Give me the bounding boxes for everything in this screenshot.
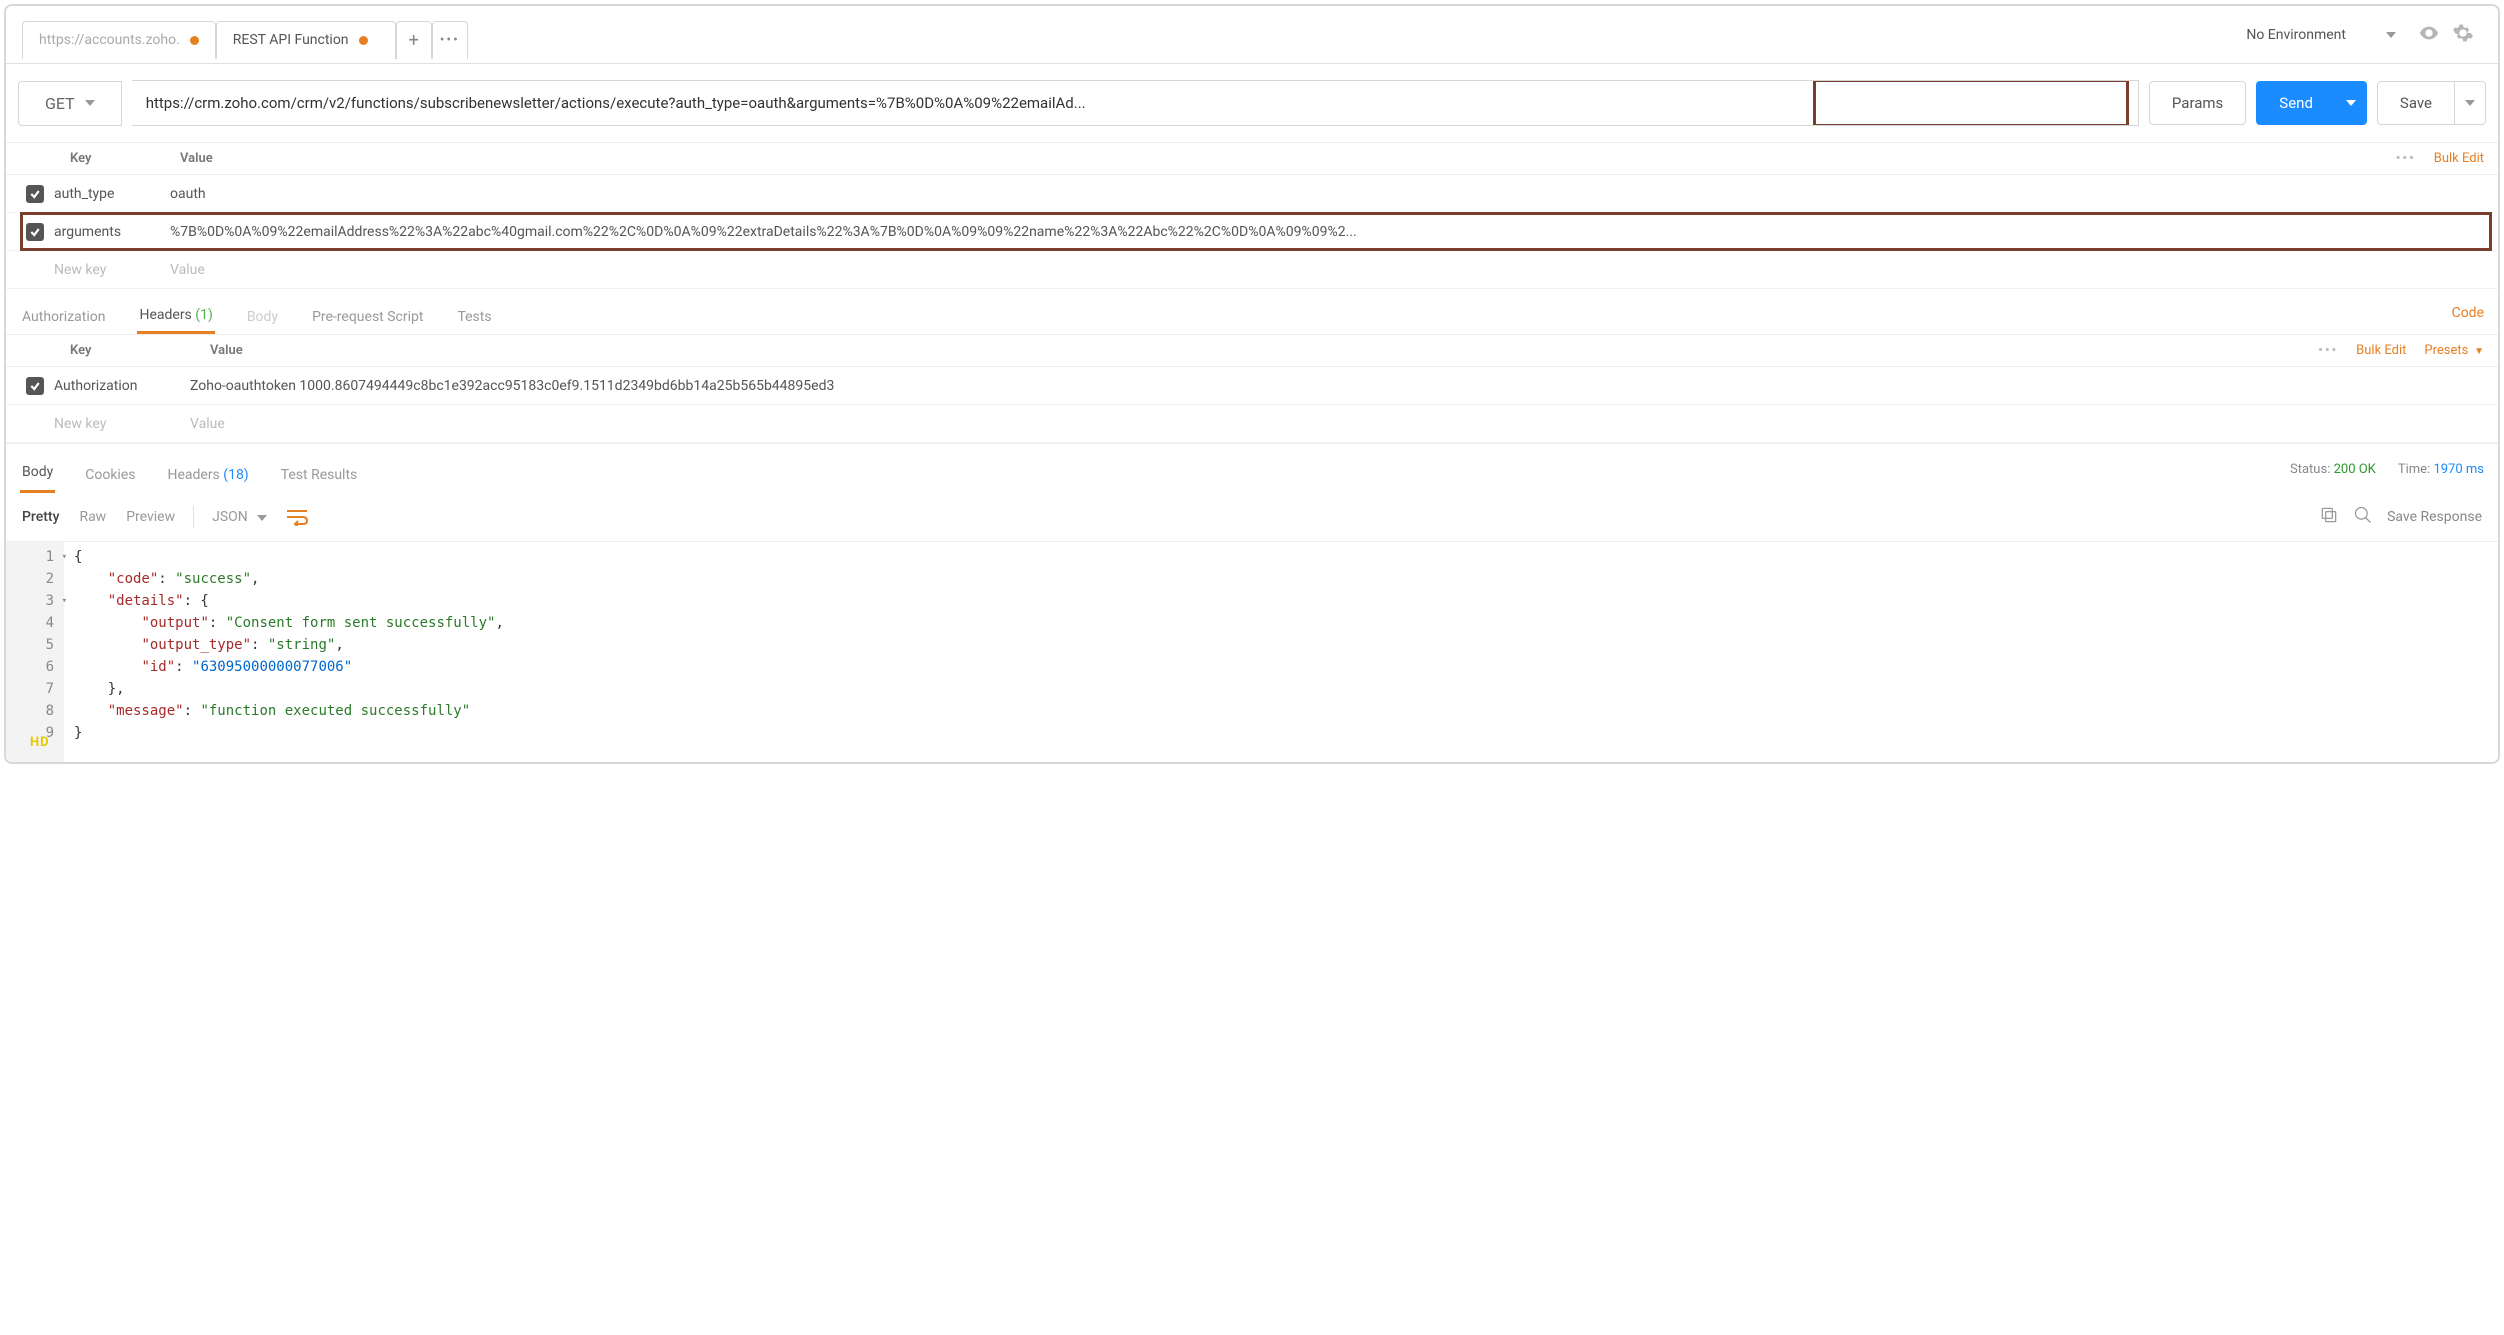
header-value-placeholder[interactable]: Value <box>190 416 2484 432</box>
param-row[interactable]: arguments %7B%0D%0A%09%22emailAddress%22… <box>6 213 2498 251</box>
tab-prerequest[interactable]: Pre-request Script <box>310 301 425 333</box>
response-body-editor[interactable]: 1 2 3 4 5 6 7 8 9 { "code": "success", "… <box>6 542 2498 762</box>
resp-tab-cookies[interactable]: Cookies <box>83 459 137 491</box>
line-gutter: 1 2 3 4 5 6 7 8 9 <box>6 542 64 762</box>
params-more-icon[interactable]: ••• <box>2396 151 2416 166</box>
tab-headers[interactable]: Headers (1) <box>137 299 214 334</box>
hd-badge: HD <box>30 735 50 750</box>
chevron-down-icon <box>85 100 95 106</box>
save-button[interactable]: Save <box>2377 81 2455 125</box>
separator <box>193 506 194 528</box>
request-sub-tabs: Authorization Headers (1) Body Pre-reque… <box>6 289 2498 335</box>
response-view-bar: Pretty Raw Preview JSON Save Response <box>6 493 2498 542</box>
chevron-down-icon <box>2386 32 2396 38</box>
gear-icon[interactable] <box>2452 22 2474 48</box>
param-key[interactable]: arguments <box>50 224 170 240</box>
url-highlight-box <box>1813 80 2129 126</box>
wrap-icon[interactable] <box>285 508 309 526</box>
params-button[interactable]: Params <box>2149 81 2246 125</box>
view-preview[interactable]: Preview <box>126 509 175 525</box>
response-tabs: Body Cookies Headers (18) Test Results S… <box>6 443 2498 493</box>
resp-tab-headers[interactable]: Headers (18) <box>165 459 250 491</box>
url-text: https://crm.zoho.com/crm/v2/functions/su… <box>146 94 1086 112</box>
send-button[interactable]: Send <box>2256 81 2336 125</box>
headers-value-header: Value <box>210 343 243 358</box>
header-value[interactable]: Zoho-oauthtoken 1000.8607494449c8bc1e392… <box>190 378 2484 394</box>
save-response-link[interactable]: Save Response <box>2387 509 2482 525</box>
method-selector[interactable]: GET <box>18 81 122 126</box>
param-key[interactable]: auth_type <box>50 186 170 202</box>
headers-bulk-edit[interactable]: Bulk Edit <box>2356 343 2406 358</box>
code-link[interactable]: Code <box>2452 305 2484 329</box>
url-input[interactable]: https://crm.zoho.com/crm/v2/functions/su… <box>132 80 2139 126</box>
header-row-new[interactable]: New key Value <box>6 405 2498 443</box>
format-selector[interactable]: JSON <box>212 509 267 525</box>
tab-label: REST API Function <box>233 32 349 48</box>
modified-dot-icon <box>190 36 199 45</box>
eye-icon[interactable] <box>2418 22 2440 48</box>
tab-accounts[interactable]: https://accounts.zoho. <box>22 21 216 59</box>
environment-selector[interactable]: No Environment <box>2236 21 2406 49</box>
chevron-down-icon <box>2465 100 2475 106</box>
param-key-placeholder[interactable]: New key <box>50 262 170 278</box>
chevron-down-icon <box>257 515 267 521</box>
params-key-header: Key <box>70 151 180 166</box>
headers-more-icon[interactable]: ••• <box>2318 343 2338 358</box>
param-value[interactable]: %7B%0D%0A%09%22emailAddress%22%3A%22abc%… <box>170 224 2484 240</box>
header-row[interactable]: Authorization Zoho-oauthtoken 1000.86074… <box>6 367 2498 405</box>
header-key[interactable]: Authorization <box>50 378 190 394</box>
method-label: GET <box>45 94 75 113</box>
new-tab-button[interactable]: + <box>396 21 432 59</box>
param-checkbox[interactable] <box>26 185 44 203</box>
top-tab-bar: https://accounts.zoho. REST API Function… <box>6 6 2498 64</box>
tab-body[interactable]: Body <box>245 301 280 333</box>
tab-menu-button[interactable]: ••• <box>432 21 468 59</box>
tab-authorization[interactable]: Authorization <box>20 301 107 333</box>
chevron-down-icon <box>2346 100 2356 106</box>
param-checkbox[interactable] <box>26 223 44 241</box>
environment-controls: No Environment <box>2228 21 2482 49</box>
view-pretty[interactable]: Pretty <box>22 509 59 525</box>
environment-label: No Environment <box>2246 27 2346 43</box>
headers-key-header: Key <box>70 343 210 358</box>
tab-rest-api[interactable]: REST API Function <box>216 21 396 59</box>
header-checkbox[interactable] <box>26 377 44 395</box>
search-icon[interactable] <box>2353 505 2373 529</box>
headers-presets[interactable]: Presets ▼ <box>2424 343 2484 358</box>
save-options-button[interactable] <box>2455 81 2486 125</box>
time-badge: Time: 1970 ms <box>2398 462 2484 477</box>
request-bar: GET https://crm.zoho.com/crm/v2/function… <box>6 64 2498 143</box>
copy-icon[interactable] <box>2319 505 2339 529</box>
tab-label: https://accounts.zoho. <box>39 32 180 48</box>
view-raw[interactable]: Raw <box>79 509 106 525</box>
modified-dot-icon <box>359 36 368 45</box>
resp-tab-test-results[interactable]: Test Results <box>279 459 360 491</box>
params-bulk-edit[interactable]: Bulk Edit <box>2434 151 2484 166</box>
param-value-placeholder[interactable]: Value <box>170 262 2484 278</box>
param-row-new[interactable]: New key Value <box>6 251 2498 289</box>
param-row[interactable]: auth_type oauth <box>6 175 2498 213</box>
param-value[interactable]: oauth <box>170 186 2484 202</box>
tab-tests[interactable]: Tests <box>455 301 493 333</box>
code-content: { "code": "success", "details": { "outpu… <box>64 542 514 762</box>
headers-header: Key Value ••• Bulk Edit Presets ▼ <box>6 335 2498 367</box>
params-header: Key Value ••• Bulk Edit <box>6 143 2498 175</box>
status-badge: Status: 200 OK <box>2290 462 2376 477</box>
params-value-header: Value <box>180 151 213 166</box>
send-options-button[interactable] <box>2336 81 2367 125</box>
header-key-placeholder[interactable]: New key <box>50 416 190 432</box>
resp-tab-body[interactable]: Body <box>20 456 55 493</box>
